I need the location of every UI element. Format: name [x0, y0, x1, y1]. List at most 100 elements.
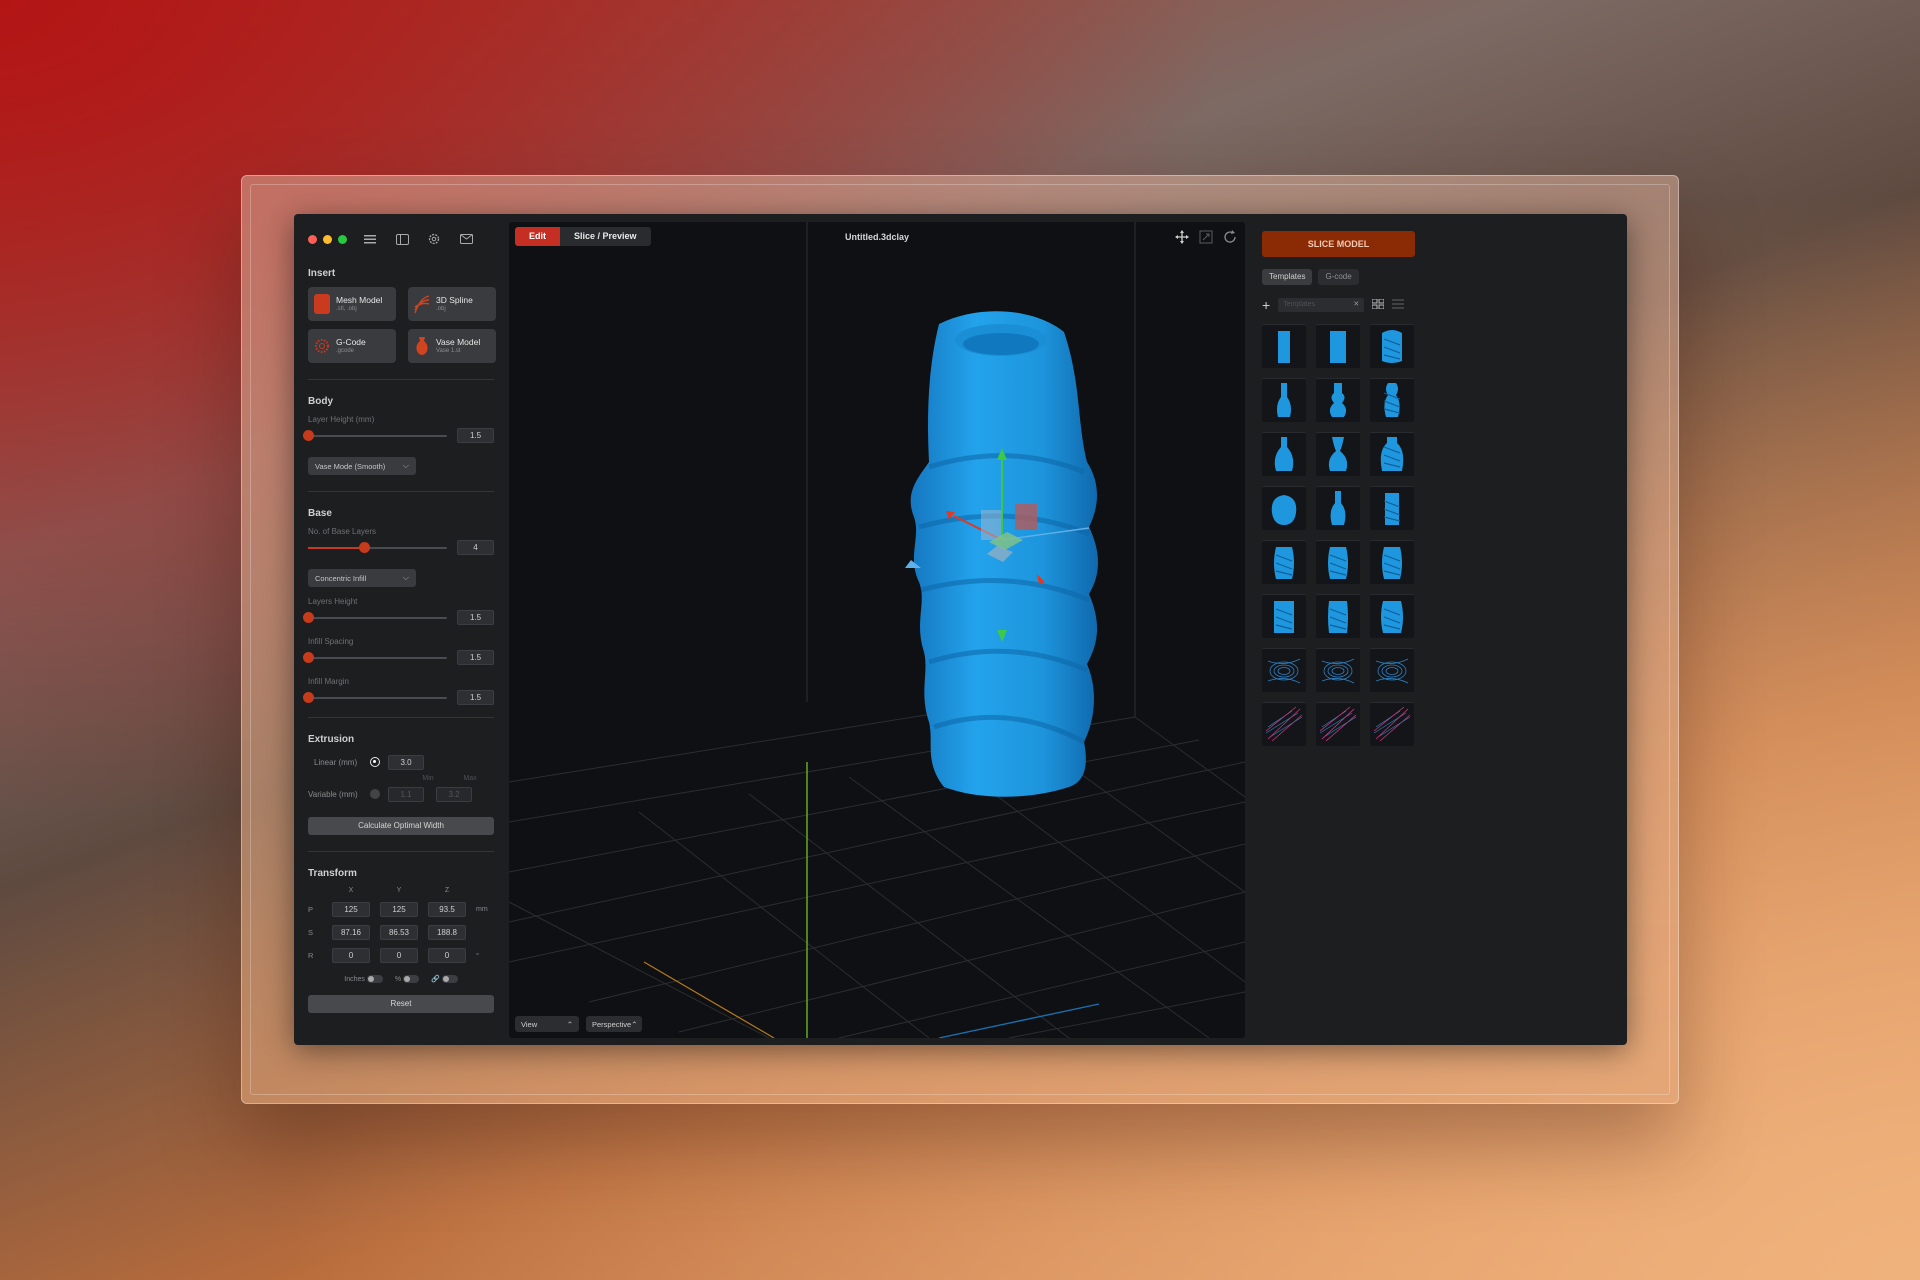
move-icon[interactable]	[1175, 230, 1189, 249]
perspective-dropdown[interactable]: Perspective ⌃	[586, 1016, 642, 1032]
template-sphere-vase[interactable]	[1262, 486, 1306, 530]
template-search-row: + Templates ✕	[1262, 296, 1415, 314]
insert-item-sub: .obj	[436, 306, 446, 313]
menu-icon[interactable]	[361, 230, 379, 248]
infill-spacing-input[interactable]: 1.5	[457, 650, 494, 665]
insert-3d-spline-button[interactable]: 3D Spline .obj	[408, 287, 496, 321]
rotation-z-input[interactable]: 0	[428, 948, 466, 963]
mail-icon[interactable]	[457, 230, 475, 248]
link-toggle[interactable]	[441, 975, 458, 984]
tab-templates[interactable]: Templates	[1262, 269, 1313, 285]
layers-height-slider[interactable]	[303, 611, 447, 623]
rotation-x-input[interactable]: 0	[332, 948, 370, 963]
gear-icon[interactable]	[425, 230, 443, 248]
vase-mode-select[interactable]: Vase Mode (Smooth) ⌵	[308, 457, 416, 475]
template-toolpath-3[interactable]	[1370, 648, 1414, 692]
slice-model-button[interactable]: SLICE MODEL	[1262, 231, 1415, 257]
template-gcode-3[interactable]	[1370, 702, 1414, 746]
template-vase-flared-1[interactable]	[1262, 432, 1306, 476]
tab-gcode[interactable]: G-code	[1318, 269, 1359, 285]
layers-height-input[interactable]: 1.5	[457, 610, 494, 625]
scale-z-input[interactable]: 188.8	[428, 925, 466, 940]
template-search-input[interactable]: Templates ✕	[1278, 298, 1365, 312]
template-gcode-1[interactable]	[1262, 702, 1306, 746]
calculate-optimal-width-button[interactable]: Calculate Optimal Width	[308, 817, 494, 835]
slider-knob[interactable]	[358, 541, 370, 553]
base-layers-slider[interactable]	[308, 541, 447, 553]
sidebar-icon[interactable]	[393, 230, 411, 248]
rotate-icon[interactable]	[1223, 230, 1237, 249]
linear-input[interactable]: 3.0	[388, 754, 424, 770]
layers-height-row: 1.5	[303, 610, 494, 625]
template-vase-flared-2[interactable]	[1316, 432, 1360, 476]
variable-max-input[interactable]: 3.2	[436, 786, 472, 802]
spline-icon	[414, 294, 430, 314]
scale-x-input[interactable]: 87.16	[332, 925, 370, 940]
layer-height-input[interactable]: 1.5	[457, 428, 494, 443]
right-tabs: Templates G-code	[1262, 269, 1359, 285]
vase-mode-value: Vase Mode (Smooth)	[315, 461, 386, 471]
grid-view-icon[interactable]	[1371, 296, 1385, 314]
divider	[308, 717, 494, 718]
gcode-icon	[314, 336, 330, 356]
3d-viewport[interactable]: Edit Slice / Preview Untitled.3dclay Vie…	[509, 222, 1245, 1038]
position-z-input[interactable]: 93.5	[428, 902, 466, 917]
scale-icon[interactable]	[1199, 230, 1213, 249]
template-vase-wavy[interactable]	[1370, 594, 1414, 638]
infill-margin-input[interactable]: 1.5	[457, 690, 494, 705]
close-window-button[interactable]	[308, 234, 317, 244]
position-y-input[interactable]: 125	[380, 902, 418, 917]
maximize-window-button[interactable]	[338, 234, 347, 244]
variable-radio[interactable]	[370, 789, 380, 799]
insert-item-name: Mesh Model	[336, 294, 383, 305]
insert-vase-model-button[interactable]: Vase Model Vase 1.st	[408, 329, 496, 363]
view-dropdown[interactable]: View ⌃	[515, 1016, 579, 1032]
template-toolpath-1[interactable]	[1262, 648, 1306, 692]
variable-min-input[interactable]: 1.1	[388, 786, 424, 802]
axis-y-label: Y	[396, 887, 402, 894]
slider-knob[interactable]	[303, 651, 314, 663]
template-vase-spiral-3[interactable]	[1370, 540, 1414, 584]
insert-mesh-model-button[interactable]: Mesh Model .stl, .obj	[308, 287, 396, 321]
template-bottle-slim[interactable]	[1262, 378, 1306, 422]
minimize-window-button[interactable]	[323, 234, 332, 244]
layer-height-slider[interactable]	[303, 429, 447, 441]
reset-button[interactable]: Reset	[308, 995, 494, 1014]
scale-y-input[interactable]: 86.53	[380, 925, 418, 940]
variable-row: Variable (mm) 1.1 3.2	[308, 785, 494, 803]
list-view-icon[interactable]	[1392, 296, 1405, 314]
percent-toggle[interactable]	[403, 975, 420, 983]
rotation-y-input[interactable]: 0	[380, 948, 418, 963]
template-bottle-bulb[interactable]	[1316, 378, 1360, 422]
template-vase-spiral-2[interactable]	[1316, 540, 1360, 584]
template-vase-flared-3[interactable]	[1370, 432, 1414, 476]
infill-spacing-slider[interactable]	[303, 651, 447, 663]
insert-title: Insert	[308, 268, 336, 279]
divider	[308, 379, 494, 380]
base-layers-input[interactable]: 4	[457, 540, 494, 555]
infill-select[interactable]: Concentric Infill ⌵	[308, 569, 416, 587]
template-vase-twisted-1[interactable]	[1370, 324, 1414, 368]
template-vase-ribbed-1[interactable]	[1262, 324, 1306, 368]
inches-toggle[interactable]	[366, 975, 383, 983]
percent-label: %	[394, 975, 402, 983]
template-vase-narrow[interactable]	[1316, 486, 1360, 530]
add-icon[interactable]: +	[1262, 298, 1270, 312]
position-x-input[interactable]: 125	[332, 902, 370, 917]
template-gcode-2[interactable]	[1316, 702, 1360, 746]
template-vase-folded[interactable]	[1262, 594, 1306, 638]
template-vase-fluted[interactable]	[1316, 594, 1360, 638]
template-bottle-tiered[interactable]	[1370, 378, 1414, 422]
infill-margin-slider[interactable]	[303, 691, 447, 703]
template-vase-spiral-1[interactable]	[1262, 540, 1306, 584]
template-vase-ridged[interactable]	[1370, 486, 1414, 530]
slider-knob[interactable]	[303, 691, 314, 703]
clear-icon[interactable]: ✕	[1353, 298, 1359, 312]
template-vase-ribbed-2[interactable]	[1316, 324, 1360, 368]
axis-z-label: Z	[444, 887, 450, 894]
linear-radio[interactable]	[370, 757, 380, 767]
slider-knob[interactable]	[303, 429, 314, 441]
insert-gcode-button[interactable]: G-Code .gcode	[308, 329, 396, 363]
template-toolpath-2[interactable]	[1316, 648, 1360, 692]
slider-knob[interactable]	[303, 611, 314, 623]
